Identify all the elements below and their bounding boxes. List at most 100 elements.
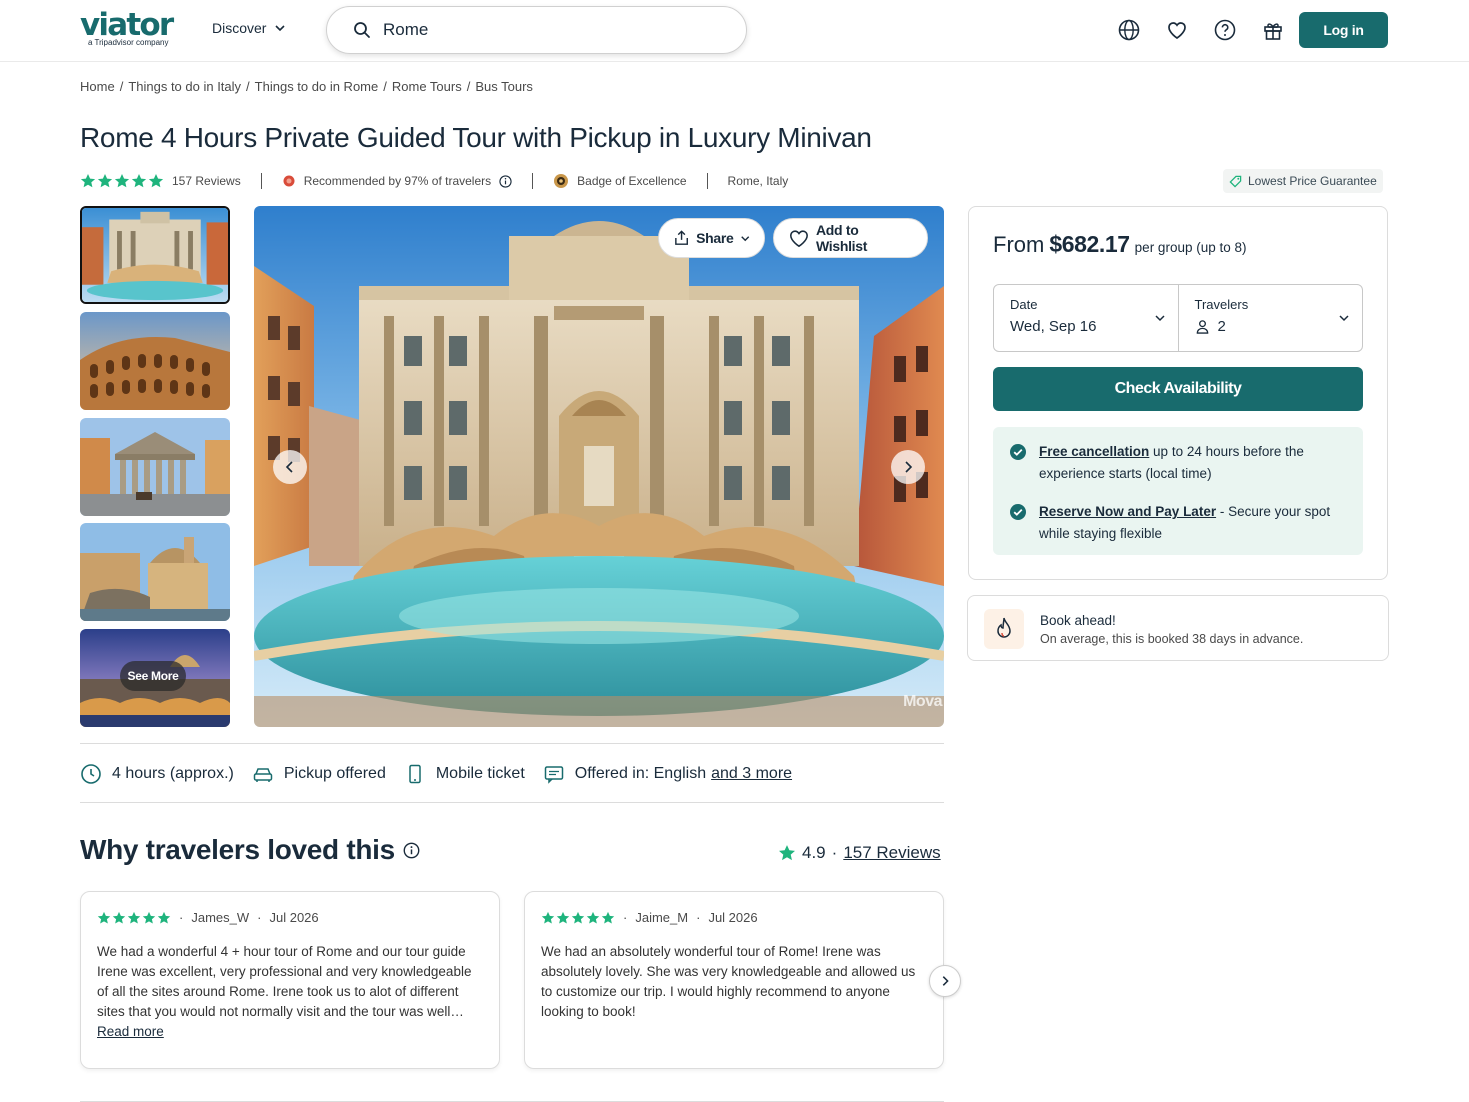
reserve-now-link[interactable]: Reserve Now and Pay Later xyxy=(1039,504,1216,519)
heart-icon xyxy=(790,230,808,248)
review-separator: · xyxy=(179,910,184,925)
ticket-text: Mobile ticket xyxy=(435,765,525,782)
wishlist-label: Add to Wishlist xyxy=(815,222,868,254)
photo-watermark: Mova xyxy=(903,693,942,710)
chevron-left-icon xyxy=(285,461,293,473)
travelers-count: 2 xyxy=(1217,318,1226,335)
review-text: We had an absolutely wonderful tour of R… xyxy=(541,944,916,1019)
breadcrumb-italy[interactable]: Things to do in Italy xyxy=(128,79,241,94)
info-icon[interactable] xyxy=(499,174,512,188)
review-separator: · xyxy=(257,910,262,925)
lowest-price-guarantee[interactable]: Lowest Price Guarantee xyxy=(1223,169,1383,193)
gift-icon[interactable] xyxy=(1261,18,1285,42)
reviews-next-button[interactable] xyxy=(929,965,961,997)
help-icon[interactable] xyxy=(1213,18,1237,42)
page-title: Rome 4 Hours Private Guided Tour with Pi… xyxy=(80,122,872,153)
breadcrumb-rome-tours[interactable]: Rome Tours xyxy=(392,79,462,94)
meta-divider xyxy=(532,173,534,189)
breadcrumb-bus-tours[interactable]: Bus Tours xyxy=(475,79,533,94)
star-icon xyxy=(541,911,555,924)
all-reviews-link[interactable]: 157 Reviews xyxy=(843,843,940,863)
logo-tagline: a Tripadvisor company xyxy=(88,38,169,47)
star-icon xyxy=(779,845,795,861)
tour-features: 4 hours (approx.) Pickup offered Mobile … xyxy=(80,761,810,787)
rating-summary[interactable]: 157 Reviews xyxy=(80,173,241,189)
chevron-down-icon xyxy=(275,25,286,32)
travelers-picker[interactable]: Travelers 2 xyxy=(1177,285,1363,351)
gallery-next-button[interactable] xyxy=(891,450,925,484)
gallery-thumbnail-colosseum[interactable] xyxy=(80,312,230,410)
logo-wordmark: viator xyxy=(80,7,174,43)
date-picker[interactable]: Date Wed, Sep 16 xyxy=(994,285,1178,351)
recommended-text: Recommended by 97% of travelers xyxy=(303,174,492,188)
review-date: Jul 2026 xyxy=(708,910,758,925)
price-from-label: From xyxy=(993,232,1045,257)
star-icon xyxy=(571,911,585,924)
free-cancellation-link[interactable]: Free cancellation xyxy=(1039,444,1149,459)
see-more-button[interactable]: See More xyxy=(120,661,186,691)
rating-value: 4.9 xyxy=(802,843,826,862)
date-label: Date xyxy=(1010,297,1038,312)
meta-divider xyxy=(260,173,262,189)
rating-separator: · xyxy=(831,843,838,862)
breadcrumb-separator: / xyxy=(246,79,250,94)
travelers-value-row: 2 xyxy=(1195,318,1347,335)
badge-of-excellence: Badge of Excellence xyxy=(553,173,687,189)
date-value: Wed, Sep 16 xyxy=(1010,318,1097,335)
gallery-prev-button[interactable] xyxy=(273,450,307,484)
duration-feature: 4 hours (approx.) xyxy=(80,763,234,785)
pickup-text: Pickup offered xyxy=(283,765,386,782)
viator-logo[interactable]: viator a Tripadvisor company xyxy=(80,10,184,50)
read-more-link[interactable]: Read more xyxy=(97,1024,164,1039)
top-nav: viator a Tripadvisor company Discover Lo… xyxy=(0,0,1469,62)
login-button[interactable]: Log in xyxy=(1299,12,1388,48)
share-label: Share xyxy=(696,230,734,246)
trevi-fountain-image xyxy=(254,206,944,727)
search-icon xyxy=(354,22,370,38)
navona-thumbnail-image xyxy=(80,523,230,621)
breadcrumb-home[interactable]: Home xyxy=(80,79,115,94)
breadcrumb-separator: / xyxy=(119,79,124,94)
star-icon xyxy=(586,911,600,924)
chevron-down-icon xyxy=(740,235,749,241)
check-circle-icon xyxy=(1010,444,1026,460)
chevron-right-icon xyxy=(942,976,949,986)
star-icon xyxy=(601,911,615,924)
chevron-down-icon xyxy=(1154,315,1165,322)
gallery-thumbnail-navona[interactable] xyxy=(80,523,230,621)
review-separator: · xyxy=(696,910,701,925)
add-to-wishlist-button[interactable]: Add to Wishlist xyxy=(773,218,928,258)
price-amount: $682.17 xyxy=(1049,231,1130,257)
breadcrumb-separator: / xyxy=(383,79,387,94)
more-languages-link[interactable]: and 3 more xyxy=(711,765,792,783)
discover-menu[interactable]: Discover xyxy=(212,20,286,36)
book-ahead-title: Book ahead! xyxy=(1040,613,1116,628)
breadcrumb-rome[interactable]: Things to do in Rome xyxy=(255,79,379,94)
globe-icon[interactable] xyxy=(1117,18,1141,42)
breadcrumb: Home / Things to do in Italy / Things to do … xyxy=(80,79,533,94)
star-icon xyxy=(97,911,111,924)
review-date: Jul 2026 xyxy=(269,910,319,925)
search-bar[interactable] xyxy=(326,6,747,54)
gallery-thumbnail-see-more[interactable]: See More xyxy=(80,629,230,727)
info-icon[interactable] xyxy=(403,842,420,859)
divider xyxy=(80,802,944,803)
pantheon-thumbnail-image xyxy=(80,418,230,516)
meta-divider xyxy=(706,173,708,189)
check-availability-button[interactable]: Check Availability xyxy=(993,367,1363,411)
search-input[interactable] xyxy=(383,20,703,40)
star-icon xyxy=(127,911,141,924)
language-text: Offered in: English xyxy=(574,765,707,782)
review-stars xyxy=(97,911,171,925)
car-icon xyxy=(253,768,273,782)
tag-icon xyxy=(1229,175,1242,188)
heart-icon[interactable] xyxy=(1165,18,1189,42)
gallery-thumbnail-trevi[interactable] xyxy=(80,206,230,304)
language-feature: Offered in: English and 3 more xyxy=(543,763,792,785)
star-icon xyxy=(556,911,570,924)
gallery-thumbnail-pantheon[interactable] xyxy=(80,418,230,516)
chevron-down-icon xyxy=(1339,315,1349,322)
location-text: Rome, Italy xyxy=(727,174,789,188)
star-icon xyxy=(157,911,171,924)
share-button[interactable]: Share xyxy=(658,218,765,258)
